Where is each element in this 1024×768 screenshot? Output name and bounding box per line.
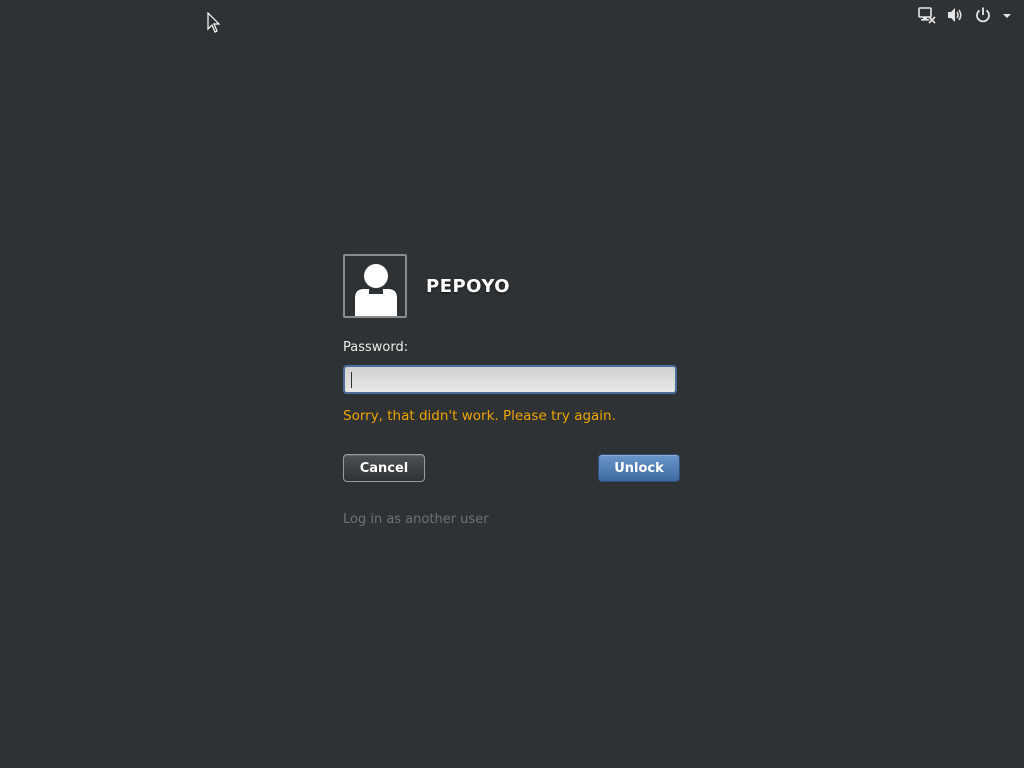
password-input[interactable] (350, 366, 675, 393)
log-in-as-another-user-link[interactable]: Log in as another user (343, 512, 681, 527)
user-name: PEPOYO (426, 275, 511, 297)
mouse-cursor-icon (207, 11, 221, 34)
password-field[interactable] (343, 365, 677, 394)
power-icon[interactable] (974, 6, 992, 24)
cancel-button[interactable]: Cancel (343, 454, 425, 482)
error-message: Sorry, that didn't work. Please try agai… (343, 408, 616, 424)
unlock-button[interactable]: Unlock (598, 454, 680, 482)
password-label: Password: (343, 340, 409, 355)
lock-screen: PEPOYO Password: Sorry, that didn't work… (0, 0, 1024, 768)
dropdown-arrow-icon[interactable] (1002, 6, 1012, 24)
user-avatar-icon (343, 254, 407, 318)
system-status-area[interactable] (918, 6, 1012, 24)
unlock-dialog: PEPOYO Password: Sorry, that didn't work… (343, 254, 681, 527)
text-caret (351, 372, 352, 388)
button-row: Cancel Unlock (343, 454, 680, 482)
user-row: PEPOYO (343, 254, 681, 318)
volume-icon[interactable] (946, 6, 964, 24)
network-disconnected-icon[interactable] (918, 6, 936, 24)
